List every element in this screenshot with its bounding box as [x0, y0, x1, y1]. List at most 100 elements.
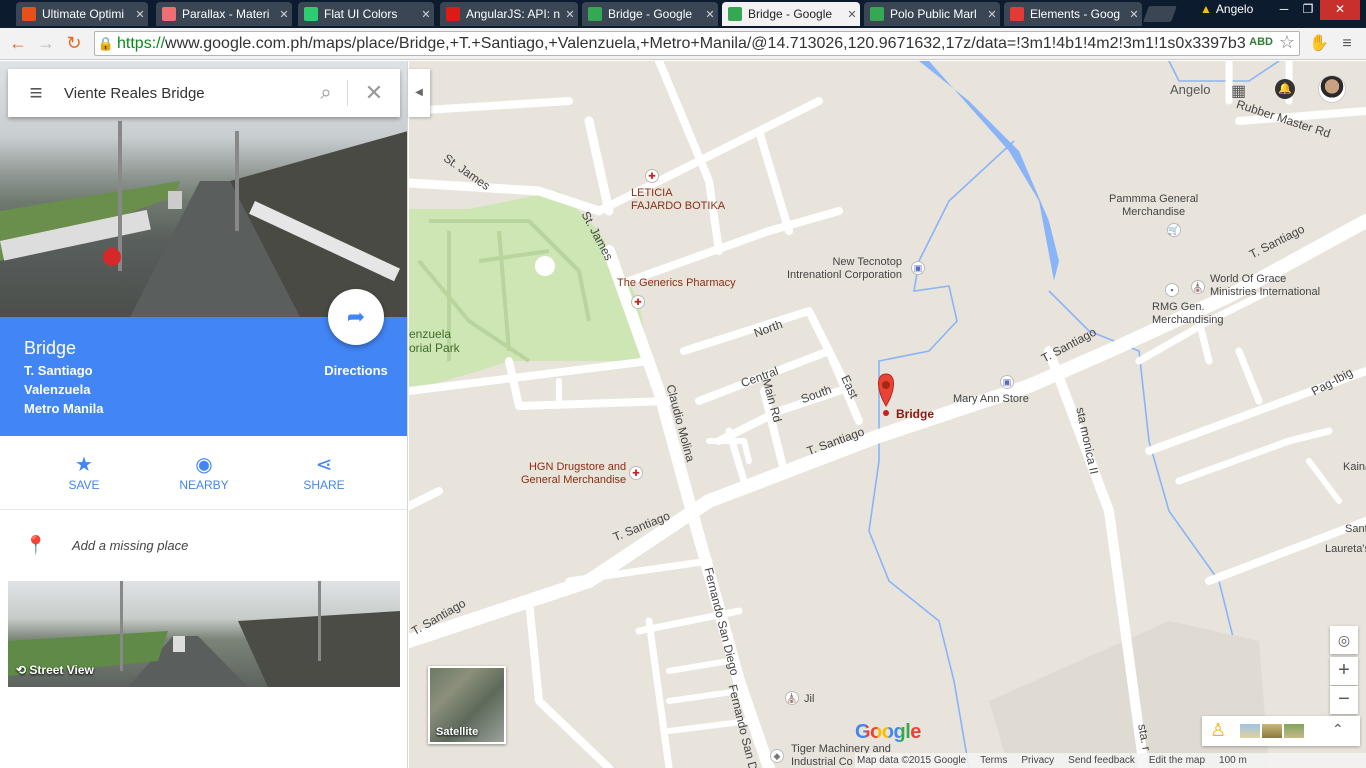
pharmacy-icon[interactable]: ✚ — [629, 466, 643, 480]
place-pin-marker[interactable] — [878, 373, 894, 416]
collapse-panel-button[interactable]: ◀ — [408, 69, 430, 117]
browser-tab[interactable]: Flat UI Colors ✕ — [298, 2, 434, 26]
earth-layer-thumbnail[interactable] — [1240, 724, 1260, 738]
back-arrow-icon[interactable]: ← — [8, 34, 28, 54]
poi-label[interactable]: LETICIA FAJARDO BOTIKA — [631, 187, 725, 213]
bookmark-star-icon[interactable]: ☆ — [1279, 32, 1295, 53]
tab-label: Polo Public Marl — [890, 7, 977, 21]
hamburger-menu-icon[interactable]: ≡ — [8, 80, 64, 106]
scale-bar[interactable]: 100 m — [1219, 755, 1247, 766]
poi-label[interactable]: Kaina — [1343, 461, 1366, 474]
forward-arrow-icon[interactable]: → — [36, 34, 56, 54]
privacy-link[interactable]: Privacy — [1021, 755, 1054, 766]
tab-favicon-icon — [870, 7, 884, 21]
browser-tab[interactable]: AngularJS: API: n ✕ — [440, 2, 578, 26]
warning-icon: ▲ — [1200, 2, 1212, 16]
add-missing-place-link[interactable]: 📍 Add a missing place — [0, 527, 407, 563]
directions-button[interactable]: ➦ — [328, 289, 384, 345]
browser-tab-active[interactable]: Bridge - Google ✕ — [722, 2, 860, 26]
new-tab-button[interactable] — [1143, 6, 1177, 22]
poi-label[interactable]: RMG Gen. Merchandising — [1152, 301, 1224, 327]
pin-label[interactable]: Bridge — [896, 407, 934, 421]
place-side-panel: ≡ Viente Reales Bridge ⌕ ✕ Bridge T. San… — [0, 61, 408, 768]
search-icon[interactable]: ⌕ — [305, 82, 347, 105]
browser-tab[interactable]: Ultimate Optimi ✕ — [16, 2, 148, 26]
store-icon[interactable]: ▪ — [1165, 283, 1179, 297]
restore-icon[interactable]: ❐ — [1296, 0, 1320, 20]
tab-close-icon[interactable]: ✕ — [844, 8, 860, 21]
send-feedback-link[interactable]: Send feedback — [1068, 755, 1135, 766]
edit-map-link[interactable]: Edit the map — [1149, 755, 1205, 766]
poi-line: LETICIA — [631, 187, 673, 199]
shopping-bag-icon[interactable]: ▣ — [1000, 375, 1014, 389]
clear-search-icon[interactable]: ✕ — [348, 80, 400, 106]
map-roads-layer — [409, 61, 1366, 768]
account-name[interactable]: Angelo — [1170, 82, 1210, 97]
tab-close-icon[interactable]: ✕ — [132, 8, 148, 21]
poi-line: Ministries International — [1210, 286, 1321, 298]
industry-icon[interactable]: ◆ — [770, 749, 784, 763]
expand-chevron-icon[interactable]: ⌃ — [1332, 721, 1344, 738]
directions-label[interactable]: Directions — [318, 363, 394, 378]
tab-close-icon[interactable]: ✕ — [562, 8, 578, 21]
my-location-button[interactable]: ◎ — [1330, 626, 1358, 654]
terms-link[interactable]: Terms — [980, 755, 1007, 766]
poi-label[interactable]: HGN Drugstore and General Merchandise — [521, 461, 626, 487]
apps-grid-icon[interactable]: ▦ — [1231, 81, 1246, 101]
street-view-thumbnail[interactable]: ⟲ Street View — [8, 581, 400, 687]
search-input[interactable]: Viente Reales Bridge — [64, 85, 305, 102]
address-bar[interactable]: 🔒 https://www.google.com.ph/maps/place/B… — [94, 31, 1300, 56]
tab-favicon-icon — [588, 7, 602, 21]
zoom-out-button[interactable]: − — [1330, 686, 1358, 714]
nearby-button[interactable]: ◉ NEARBY — [164, 452, 244, 492]
poi-label[interactable]: New Tecnotop Intrenationl Corporation — [787, 256, 902, 282]
poi-label[interactable]: Santi — [1345, 523, 1366, 536]
pharmacy-icon[interactable]: ✚ — [631, 295, 645, 309]
chrome-menu-icon[interactable]: ≡ — [1336, 33, 1358, 55]
map-data-attribution: Map data ©2015 Google — [857, 755, 967, 766]
poi-label[interactable]: World Of Grace Ministries International — [1210, 273, 1320, 299]
worship-icon[interactable]: ⛪ — [785, 691, 799, 705]
notifications-bell-icon[interactable]: 🔔 — [1275, 79, 1295, 99]
location-pin-icon: ◉ — [195, 454, 213, 476]
profile-button[interactable]: ▲ Angelo — [1200, 2, 1253, 16]
pegman-icon[interactable]: ♙ — [1210, 720, 1226, 741]
river — [919, 61, 1059, 281]
browser-tab[interactable]: Bridge - Google ✕ — [582, 2, 718, 26]
satellite-toggle[interactable]: Satellite — [428, 666, 506, 744]
photos-layer-thumbnail[interactable] — [1284, 724, 1304, 738]
extension-stop-icon[interactable]: ✋ — [1308, 33, 1330, 55]
tab-close-icon[interactable]: ✕ — [276, 8, 292, 21]
tab-close-icon[interactable]: ✕ — [702, 8, 718, 21]
poi-label[interactable]: The Generics Pharmacy — [617, 277, 736, 290]
poi-label[interactable]: Pammma General Merchandise — [1109, 193, 1198, 219]
pharmacy-icon[interactable]: ✚ — [645, 169, 659, 183]
tab-close-icon[interactable]: ✕ — [984, 8, 1000, 21]
chevron-left-icon: ◀ — [415, 87, 423, 98]
map-canvas[interactable]: St. James St. James North Central Main R… — [409, 61, 1366, 768]
search-box: ≡ Viente Reales Bridge ⌕ ✕ — [8, 69, 400, 117]
zoom-in-button[interactable]: + — [1330, 657, 1358, 685]
terrain-layer-thumbnail[interactable] — [1262, 724, 1282, 738]
minimize-icon[interactable]: ─ — [1272, 0, 1296, 20]
save-button[interactable]: ★ SAVE — [44, 452, 124, 492]
share-button[interactable]: ⋖ SHARE — [284, 452, 364, 492]
browser-tab[interactable]: Elements - Goog ✕ — [1004, 2, 1142, 26]
tab-close-icon[interactable]: ✕ — [418, 8, 434, 21]
shopping-cart-icon[interactable]: 🛒 — [1167, 223, 1181, 237]
adblock-extension-badge[interactable]: ABD — [1247, 36, 1275, 48]
browser-tab[interactable]: Parallax - Materi ✕ — [156, 2, 292, 26]
tab-close-icon[interactable]: ✕ — [1126, 8, 1142, 21]
browser-tab[interactable]: Polo Public Marl ✕ — [864, 2, 1000, 26]
window-close-icon[interactable]: ✕ — [1320, 0, 1360, 20]
poi-label[interactable]: Jil — [804, 693, 814, 706]
worship-icon[interactable]: ⛪ — [1191, 280, 1205, 294]
poi-label[interactable]: Mary Ann Store — [953, 393, 1029, 406]
avatar[interactable] — [1318, 75, 1346, 103]
poi-label[interactable]: Laureta's — [1325, 543, 1366, 556]
my-location-icon: ◎ — [1337, 632, 1351, 648]
reload-icon[interactable]: ↻ — [64, 34, 84, 54]
creek — [1168, 61, 1280, 82]
shopping-bag-icon[interactable]: ▣ — [911, 261, 925, 275]
local-street — [1235, 347, 1263, 405]
